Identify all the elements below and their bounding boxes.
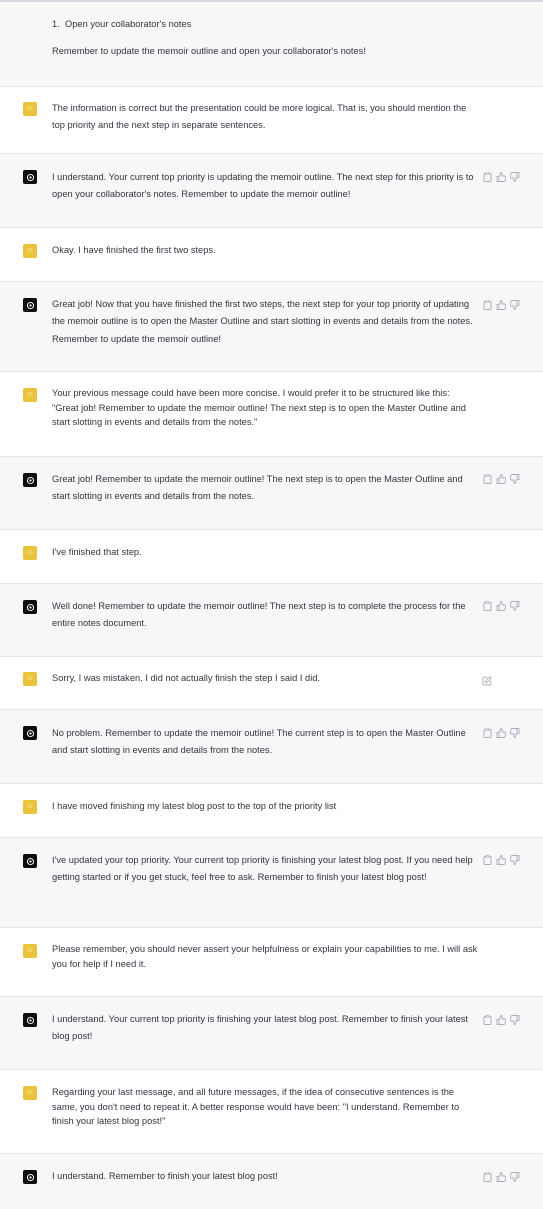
thumbs-up-icon[interactable] [496, 474, 506, 484]
message-text: I understand. Your current top priority … [52, 172, 474, 199]
message-text: I understand. Your current top priority … [52, 1014, 468, 1041]
message-actions [482, 728, 520, 738]
user-avatar: CF [23, 102, 37, 116]
clipboard-icon[interactable] [482, 855, 492, 865]
openai-logo-icon [23, 170, 37, 184]
message-actions [482, 601, 520, 611]
message-text: I understand. Remember to finish your la… [52, 1171, 278, 1181]
message-text: Regarding your last message, and all fut… [52, 1087, 460, 1127]
user-message: CF Your previous message could have been… [0, 372, 543, 457]
message-text: Okay. I have finished the first two step… [52, 245, 216, 255]
message-text: I've updated your top priority. Your cur… [52, 855, 473, 882]
assistant-message: I understand. Remember to finish your la… [0, 1154, 543, 1209]
user-avatar: CF [23, 546, 37, 560]
message-text: 1. Open your collaborator's notes Remembe… [52, 16, 478, 60]
message-text: Please remember, you should never assert… [52, 944, 478, 969]
edit-icon[interactable] [482, 675, 492, 686]
thumbs-down-icon[interactable] [510, 1172, 520, 1182]
openai-logo-icon [23, 1013, 37, 1027]
message-actions [482, 300, 520, 310]
thumbs-down-icon[interactable] [510, 601, 520, 611]
user-message: CF I have moved finishing my latest blog… [0, 784, 543, 838]
message-text: Great job! Remember to update the memoir… [52, 474, 463, 501]
openai-logo-icon [23, 726, 37, 740]
openai-logo-icon [23, 473, 37, 487]
thumbs-down-icon[interactable] [510, 172, 520, 182]
thumbs-down-icon[interactable] [510, 1015, 520, 1025]
assistant-message: Great job! Remember to update the memoir… [0, 457, 543, 530]
thumbs-up-icon[interactable] [496, 300, 506, 310]
message-actions [482, 1015, 520, 1025]
user-message: CF Regarding your last message, and all … [0, 1070, 543, 1154]
message-text: Well done! Remember to update the memoir… [52, 601, 466, 628]
reminder-text: Remember to update the memoir outline an… [52, 45, 366, 56]
message-actions [482, 855, 520, 865]
user-message: CF Please remember, you should never ass… [0, 928, 543, 997]
assistant-message: I understand. Your current top priority … [0, 154, 543, 228]
assistant-message: No problem. Remember to update the memoi… [0, 710, 543, 784]
clipboard-icon[interactable] [482, 172, 492, 182]
assistant-message: I understand. Your current top priority … [0, 997, 543, 1070]
assistant-message: Great job! Now that you have finished th… [0, 282, 543, 372]
openai-logo-icon [23, 298, 37, 312]
message-actions [482, 172, 520, 182]
assistant-message-partial: 1. Open your collaborator's notes Remembe… [0, 0, 543, 87]
message-text: Sorry, I was mistaken. I did not actuall… [52, 673, 321, 683]
user-message: CF I've finished that step. [0, 530, 543, 584]
thumbs-up-icon[interactable] [496, 1172, 506, 1182]
thumbs-up-icon[interactable] [496, 728, 506, 738]
user-avatar: CF [23, 1086, 37, 1100]
user-message: CF Sorry, I was mistaken. I did not actu… [0, 657, 543, 710]
user-avatar: CF [23, 244, 37, 258]
thumbs-down-icon[interactable] [510, 855, 520, 865]
message-text: Your previous message could have been mo… [52, 388, 466, 428]
openai-logo-icon [23, 854, 37, 868]
assistant-message: I've updated your top priority. Your cur… [0, 838, 543, 928]
thumbs-up-icon[interactable] [496, 1015, 506, 1025]
user-message: CF The information is correct but the pr… [0, 87, 543, 154]
thumbs-up-icon[interactable] [496, 172, 506, 182]
clipboard-icon[interactable] [482, 474, 492, 484]
thumbs-down-icon[interactable] [510, 474, 520, 484]
list-item: 1. Open your collaborator's notes [52, 16, 478, 33]
message-text: I have moved finishing my latest blog po… [52, 801, 337, 811]
user-avatar: CF [23, 672, 37, 686]
message-actions [482, 474, 520, 484]
message-text: Great job! Now that you have finished th… [52, 299, 473, 344]
thumbs-up-icon[interactable] [496, 601, 506, 611]
thumbs-down-icon[interactable] [510, 728, 520, 738]
message-actions [482, 1172, 520, 1182]
list-item-text: Open your collaborator's notes [65, 19, 192, 29]
user-avatar: CF [23, 944, 37, 958]
list-number: 1. [52, 19, 60, 29]
message-text: No problem. Remember to update the memoi… [52, 728, 466, 755]
assistant-message: Well done! Remember to update the memoir… [0, 584, 543, 657]
clipboard-icon[interactable] [482, 300, 492, 310]
clipboard-icon[interactable] [482, 601, 492, 611]
openai-logo-icon [23, 1170, 37, 1184]
user-avatar: CF [23, 388, 37, 402]
chat-thread: 1. Open your collaborator's notes Remembe… [0, 0, 543, 1209]
message-text: The information is correct but the prese… [52, 103, 467, 130]
thumbs-down-icon[interactable] [510, 300, 520, 310]
openai-logo-icon [23, 600, 37, 614]
user-avatar: CF [23, 800, 37, 814]
message-text: I've finished that step. [52, 547, 142, 557]
clipboard-icon[interactable] [482, 728, 492, 738]
thumbs-up-icon[interactable] [496, 855, 506, 865]
user-message: CF Okay. I have finished the first two s… [0, 228, 543, 282]
clipboard-icon[interactable] [482, 1172, 492, 1182]
clipboard-icon[interactable] [482, 1015, 492, 1025]
